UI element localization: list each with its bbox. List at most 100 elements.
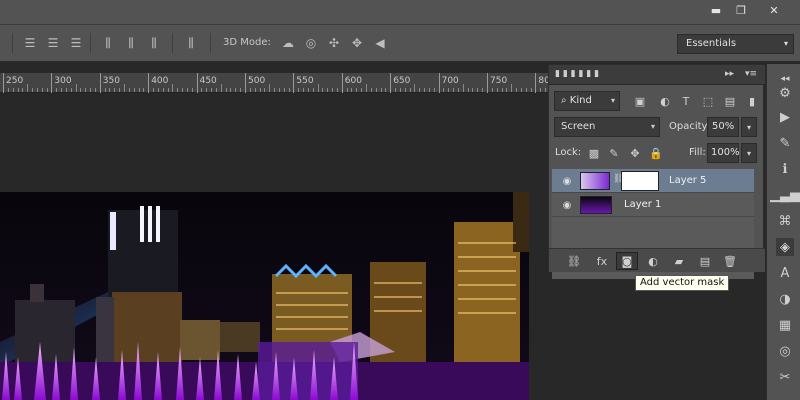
paths-icon[interactable]: ⌘: [776, 212, 794, 230]
ruler-minor-tick: [254, 88, 256, 92]
histogram-icon[interactable]: ▁▃▅: [770, 186, 800, 204]
ruler-minor-tick: [361, 88, 363, 92]
blend-mode-select[interactable]: Screen ▾: [554, 117, 660, 137]
layers-icon[interactable]: ◈: [776, 238, 794, 256]
scale-3d-icon[interactable]: ◀: [372, 35, 388, 51]
mask-icon: ◙: [621, 254, 633, 268]
delete-layer-button[interactable]: 🗑: [719, 252, 741, 270]
panel-menu-icon[interactable]: ▾≡: [745, 69, 757, 79]
panel-tab-bar[interactable]: ▮ ▮ ▮ ▮ ▮ ▮ ▸▸ ▾≡: [549, 65, 765, 85]
new-layer-button[interactable]: ▤: [694, 252, 716, 270]
type-filter-icon[interactable]: T: [679, 94, 693, 108]
swatches-icon[interactable]: ▦: [776, 316, 794, 334]
distribute-right-icon[interactable]: ⫼: [146, 35, 162, 51]
lock-transparent-icon[interactable]: ▩: [587, 146, 601, 160]
new-adjustment-layer-button[interactable]: ◐: [642, 252, 664, 270]
ruler-tick-label: 650: [393, 76, 411, 86]
ruler-minor-tick: [201, 88, 203, 92]
ruler-minor-tick: [317, 84, 319, 92]
chevron-down-icon: ▾: [610, 96, 615, 105]
ruler-minor-tick: [143, 88, 145, 92]
layer-thumbnail[interactable]: [580, 172, 610, 190]
ruler-tick-label: 250: [6, 76, 24, 86]
trash-icon: 🗑: [723, 254, 737, 268]
info-icon[interactable]: ℹ: [776, 160, 794, 178]
workspace-select[interactable]: Essentials ▾: [677, 34, 794, 54]
fill-dropdown-button[interactable]: ▾: [741, 143, 757, 163]
filter-toggle-icon[interactable]: ▮: [745, 94, 759, 108]
ruler-tick-line: [148, 73, 150, 93]
character-icon[interactable]: A: [776, 264, 794, 282]
options-bar: ☰ ☰ ☰ ⫼ ⫼ ⫼ ⫼ 3D Mode: ☁ ◎ ✣ ✥ ◀ Essenti…: [0, 24, 800, 62]
ruler-minor-tick: [511, 84, 513, 92]
minimize-button[interactable]: ▬: [702, 0, 730, 20]
styles-icon[interactable]: ◎: [776, 342, 794, 360]
link-icon: ⛓: [567, 254, 581, 268]
add-vector-mask-button[interactable]: ◙: [616, 252, 638, 270]
distribute-hcenter-icon[interactable]: ⫼: [123, 35, 139, 51]
new-group-button[interactable]: ▰: [668, 252, 690, 270]
ruler-minor-tick: [351, 88, 353, 92]
panel-tab-strip[interactable]: ▮ ▮ ▮ ▮ ▮ ▮: [555, 69, 599, 79]
fill-input[interactable]: 100%: [707, 143, 740, 163]
filter-kind-select[interactable]: ⌕ Kind ▾: [554, 91, 620, 111]
canvas-image[interactable]: [0, 192, 529, 400]
ruler-tick-label: 550: [296, 76, 314, 86]
layer-mask-thumbnail[interactable]: [621, 171, 659, 191]
layer-row-layer-1[interactable]: ◉ Layer 1: [552, 193, 754, 217]
lock-image-icon[interactable]: ✎: [607, 146, 621, 160]
visibility-eye-icon[interactable]: ◉: [560, 198, 574, 212]
layer-style-button[interactable]: fx: [591, 252, 613, 270]
roll-3d-icon[interactable]: ◎: [303, 35, 319, 51]
tool-presets-icon[interactable]: ✂: [776, 368, 794, 386]
ruler-minor-tick: [472, 88, 474, 92]
close-button[interactable]: ✕: [752, 0, 796, 20]
slide-3d-icon[interactable]: ✥: [349, 35, 365, 51]
ruler-minor-tick: [206, 88, 208, 92]
ruler-minor-tick: [32, 88, 34, 92]
link-layers-button[interactable]: ⛓: [563, 252, 585, 270]
ruler-minor-tick: [448, 88, 450, 92]
auto-align-icon[interactable]: ⫼: [183, 35, 199, 51]
layer-thumbnail[interactable]: [580, 196, 612, 214]
color-icon[interactable]: ◑: [776, 290, 794, 308]
distribute-top-icon[interactable]: ☰: [22, 35, 38, 51]
ruler-minor-tick: [395, 88, 397, 92]
ruler-minor-tick: [215, 88, 217, 92]
distribute-bottom-icon[interactable]: ☰: [68, 35, 84, 51]
adjustment-filter-icon[interactable]: ◐: [658, 94, 672, 108]
ruler-tick-label: 300: [54, 76, 72, 86]
actions-icon[interactable]: ▶: [776, 108, 794, 126]
ruler-minor-tick: [7, 88, 9, 92]
smart-object-filter-icon[interactable]: ▤: [723, 94, 737, 108]
lock-position-icon[interactable]: ✥: [628, 146, 642, 160]
brush-presets-icon[interactable]: ✎: [776, 134, 794, 152]
ruler-minor-tick: [312, 88, 314, 92]
layer-name[interactable]: Layer 5: [669, 175, 706, 186]
layer-name[interactable]: Layer 1: [624, 199, 661, 210]
history-icon[interactable]: ⚙: [776, 84, 794, 102]
distribute-vcenter-icon[interactable]: ☰: [45, 35, 61, 51]
orbit-3d-icon[interactable]: ☁: [280, 35, 296, 51]
chevron-down-icon: ▾: [783, 39, 788, 48]
ruler-minor-tick: [327, 88, 329, 92]
opacity-dropdown-button[interactable]: ▾: [741, 117, 757, 137]
shape-filter-icon[interactable]: ⬚: [701, 94, 715, 108]
horizontal-ruler[interactable]: 250 300 350 400 450 500 550 600 650 700 750 800: [0, 73, 556, 93]
ruler-minor-tick: [249, 88, 251, 92]
panel-collapse-icon[interactable]: ▸▸: [725, 69, 734, 79]
opacity-input[interactable]: 50%: [707, 117, 739, 137]
adjustment-icon: ◐: [648, 254, 658, 268]
lock-all-icon[interactable]: 🔒: [649, 146, 663, 160]
pixel-filter-icon[interactable]: ▣: [633, 94, 647, 108]
ruler-tick-line: [341, 73, 343, 93]
distribute-left-icon[interactable]: ⫼: [100, 35, 116, 51]
ruler-minor-tick: [157, 88, 159, 92]
ruler-minor-tick: [467, 88, 469, 92]
drag-3d-icon[interactable]: ✣: [326, 35, 342, 51]
search-icon: ⌕: [561, 95, 570, 106]
restore-button[interactable]: ❐: [727, 0, 755, 20]
layer-row-layer-5[interactable]: ◉ ⛓ Layer 5: [552, 169, 754, 193]
ruler-tick-line: [51, 73, 53, 93]
visibility-eye-icon[interactable]: ◉: [560, 174, 574, 188]
